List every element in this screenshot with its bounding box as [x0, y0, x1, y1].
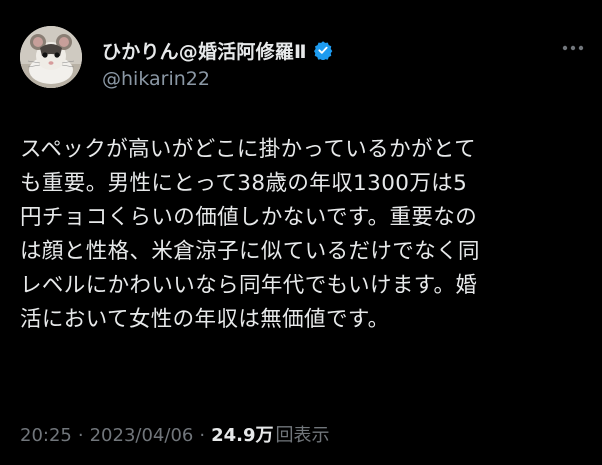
tweet-text-line: 活において女性の年収は無価値です。	[20, 307, 390, 332]
tweet-date[interactable]: 2023/04/06	[90, 425, 194, 446]
avatar[interactable]	[20, 26, 82, 88]
avatar-rat-icon	[20, 26, 82, 88]
tweet-text-line: は顔と性格、米倉涼子に似ているだけでなく同	[20, 239, 480, 264]
author-display-name[interactable]: ひかりん@婚活阿修羅Ⅱ	[102, 37, 307, 64]
meta-separator: ·	[77, 425, 84, 446]
tweet-time[interactable]: 20:25	[20, 425, 72, 446]
views-count[interactable]: 24.9万	[211, 421, 273, 447]
more-options-icon[interactable]	[558, 36, 588, 60]
tweet-detail: ひかりん@婚活阿修羅Ⅱ @hikarin22 スペックが高いがどこに掛かっている…	[0, 0, 602, 465]
views-label: 回表示	[275, 425, 330, 446]
tweet-meta: 20:25 · 2023/04/06 · 24.9万 回表示	[20, 421, 330, 447]
tweet-text-line: スペックが高いがどこに掛かっているかがとて	[20, 137, 477, 162]
meta-separator: ·	[199, 425, 206, 446]
tweet-text-line: レベルにかわいいなら同年代でもいけます。婚	[20, 273, 478, 298]
tweet-text-line: も重要。男性にとって38歳の年収1300万は5	[20, 171, 468, 196]
author-handle[interactable]: @hikarin22	[102, 68, 210, 90]
author-name-row: ひかりん@婚活阿修羅Ⅱ	[102, 36, 333, 64]
tweet-text: スペックが高いがどこに掛かっているかがとて も重要。男性にとって38歳の年収13…	[20, 133, 590, 337]
tweet-text-line: 円チョコくらいの価値しかないです。重要なの	[20, 205, 478, 230]
verified-badge-icon	[313, 40, 333, 61]
